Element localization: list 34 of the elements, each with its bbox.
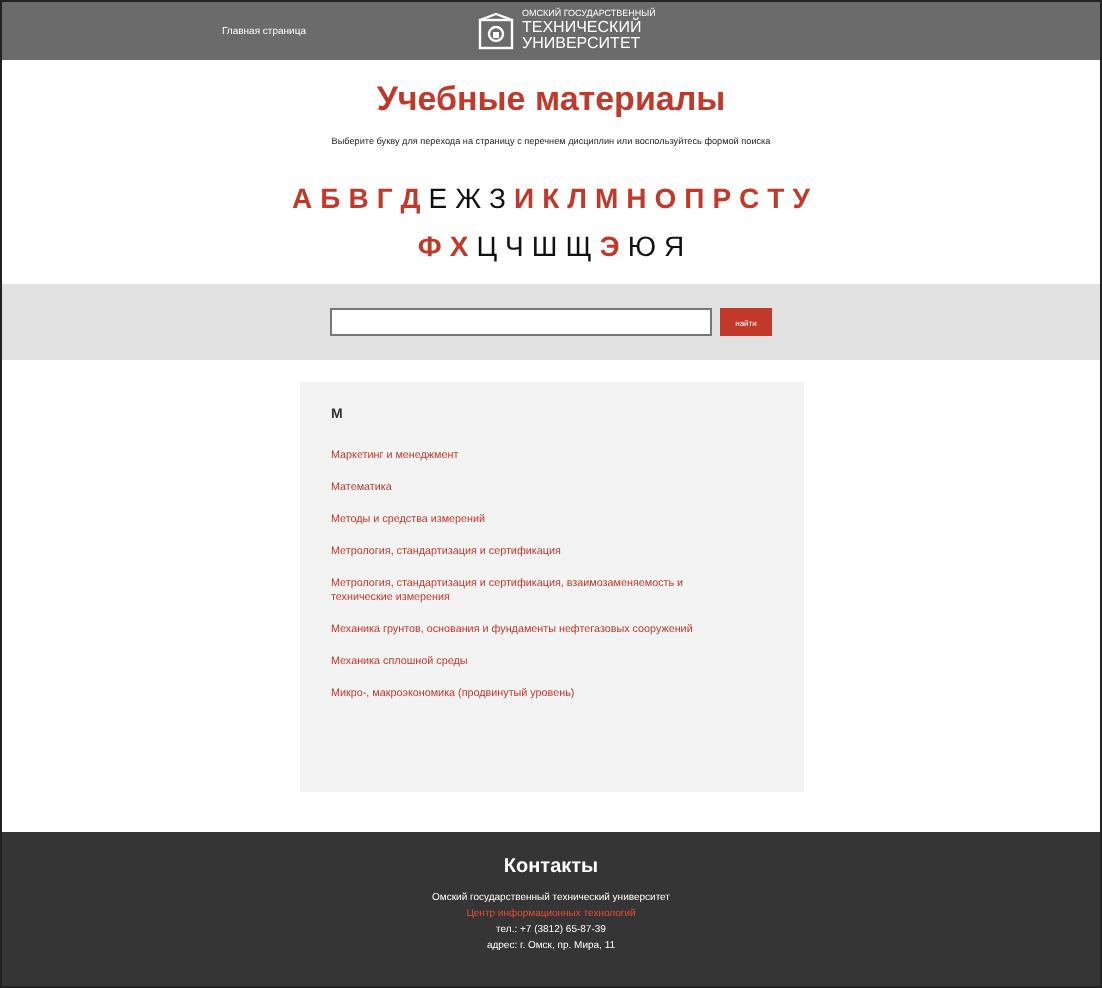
alphabet-letter[interactable]: Т <box>767 182 785 214</box>
alphabet-letter[interactable]: Ч <box>505 230 524 262</box>
alphabet-letter[interactable]: Л <box>567 182 587 214</box>
alphabet-letter[interactable]: К <box>542 182 560 214</box>
alphabet-letter[interactable]: В <box>348 182 369 214</box>
alphabet-letter[interactable]: Э <box>599 230 620 262</box>
building-icon <box>476 11 516 51</box>
alphabet-letter[interactable]: Ф <box>417 230 442 262</box>
alphabet-letter[interactable]: Ц <box>476 230 498 262</box>
alphabet-letter[interactable]: Ж <box>455 182 482 214</box>
logo-title: УНИВЕРСИТЕТ <box>522 35 643 52</box>
alphabet-letter[interactable]: Н <box>626 182 647 214</box>
alphabet-letter[interactable]: З <box>489 182 507 214</box>
alphabet-letter[interactable]: Ю <box>627 230 656 262</box>
alphabet-letter[interactable]: У <box>792 182 810 214</box>
alphabet-letter[interactable]: Г <box>376 182 393 214</box>
alphabet-letter[interactable]: О <box>654 182 677 214</box>
alphabet-letter[interactable]: Е <box>428 182 448 214</box>
footer-heading: Контакты <box>503 856 599 878</box>
alphabet-letter[interactable]: П <box>684 182 705 214</box>
alphabet-letter[interactable]: А <box>292 182 313 214</box>
alphabet-letter[interactable]: Щ <box>565 230 592 262</box>
alphabet-letter[interactable]: Р <box>712 182 732 214</box>
search-field[interactable] <box>330 308 712 336</box>
alphabet-letter[interactable]: Ш <box>531 230 558 262</box>
alphabet-letter[interactable]: Б <box>320 182 341 214</box>
logo-title: ТЕХНИЧЕСКИЙ <box>522 19 642 36</box>
page-title: Учебные материалы <box>374 80 728 120</box>
alphabet-letter[interactable]: М <box>594 182 619 214</box>
alphabet-letter[interactable]: И <box>514 182 535 214</box>
alphabet-letter[interactable]: Х <box>449 230 469 262</box>
alphabet-letter[interactable]: Д <box>400 182 421 214</box>
alphabet-letter[interactable]: Я <box>663 230 685 262</box>
alphabet-letter[interactable]: С <box>739 182 760 214</box>
